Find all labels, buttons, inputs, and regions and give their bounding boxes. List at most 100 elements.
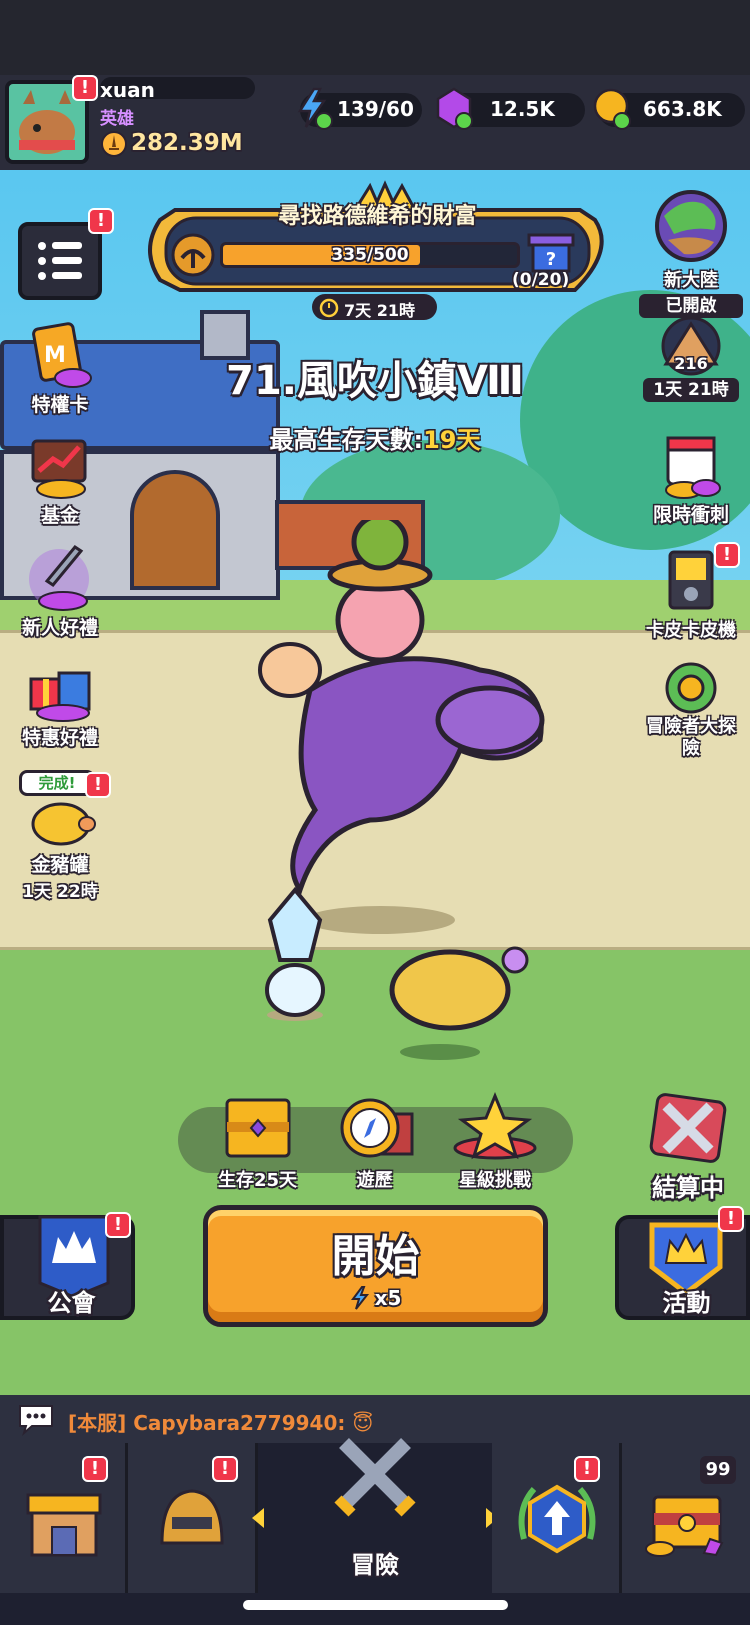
travel-label: 遊歷 bbox=[356, 1170, 393, 1191]
treasure-chest-nav-icon bbox=[645, 1495, 724, 1557]
newbie-gift-label: 新人好禮 bbox=[21, 617, 98, 639]
golden-pig-icon bbox=[31, 802, 96, 846]
nav-left-arrow-icon[interactable] bbox=[248, 1505, 268, 1531]
pickaxe-icon bbox=[171, 233, 215, 277]
compass-book-icon bbox=[340, 1098, 413, 1158]
menu-alert-badge: ! bbox=[88, 208, 114, 234]
gacha-machine-icon bbox=[668, 550, 714, 610]
adventure-swords-icon bbox=[334, 1438, 416, 1517]
continent-label: 新大陸 bbox=[664, 270, 718, 291]
piggy-bank-button[interactable]: 完成! ! 金豬罐 1天 22時 bbox=[5, 770, 115, 902]
chat-message: [本服] Capybara2779940: 😇 bbox=[68, 1407, 373, 1436]
gacha-label: 卡皮卡皮機 bbox=[646, 620, 736, 641]
equipment-alert-badge: ! bbox=[212, 1456, 238, 1482]
pyramid-value: 216 bbox=[674, 354, 708, 373]
player-rank: 英雄 bbox=[100, 109, 134, 129]
piggy-label: 金豬罐 bbox=[31, 854, 89, 876]
event-progress-text: 335/500 bbox=[331, 245, 409, 265]
crossed-swords-icon bbox=[649, 1093, 727, 1163]
piggy-alert-badge: ! bbox=[85, 772, 111, 798]
fund-button[interactable]: 基金 bbox=[5, 433, 115, 528]
svg-text:M: M bbox=[44, 343, 66, 368]
explore-compass-icon bbox=[665, 662, 717, 714]
fund-chart-icon bbox=[31, 439, 87, 499]
activity-alert-badge: ! bbox=[718, 1206, 744, 1232]
start-label: 開始 bbox=[331, 1231, 420, 1282]
start-cost: x5 bbox=[374, 1286, 402, 1310]
treasure-chest-icon bbox=[225, 1098, 290, 1158]
gold-coin-icon bbox=[593, 88, 631, 130]
nav-adventure-tab[interactable]: 冒險 bbox=[258, 1438, 492, 1593]
privilege-card-label: 特權卡 bbox=[31, 394, 89, 416]
pyramid-event-button[interactable]: 216 1天 21時 bbox=[636, 316, 746, 402]
nav-upgrade-tab[interactable] bbox=[492, 1443, 622, 1593]
fund-label: 基金 bbox=[40, 505, 79, 527]
travel-log-button[interactable]: 遊歷 bbox=[322, 1092, 427, 1192]
chat-bubble-icon bbox=[19, 1405, 53, 1436]
pyramid-timer: 1天 21時 bbox=[643, 378, 739, 402]
nav-equipment-tab[interactable] bbox=[128, 1443, 258, 1593]
gacha-machine-button[interactable]: ! 卡皮卡皮機 bbox=[636, 542, 746, 642]
star-challenge-label: 星級挑戰 bbox=[459, 1170, 531, 1191]
start-button[interactable]: 開始 x5 bbox=[203, 1205, 548, 1327]
hero-characters bbox=[258, 520, 545, 1060]
list-icon bbox=[38, 242, 82, 280]
energy-bolt-icon bbox=[297, 87, 333, 130]
gems-value: 12.5K bbox=[490, 97, 555, 121]
settlement-label: 結算中 bbox=[652, 1174, 724, 1202]
stopwatch-icon bbox=[319, 298, 339, 318]
home-indicator bbox=[243, 1600, 508, 1610]
gift-boxes-icon bbox=[29, 671, 91, 722]
status-bar bbox=[0, 0, 750, 75]
shop-icon bbox=[26, 1493, 102, 1557]
continent-status: 已開啟 bbox=[639, 294, 743, 318]
treasure-count-badge: 99 bbox=[700, 1456, 736, 1484]
piggy-timer: 1天 22時 bbox=[22, 882, 98, 902]
best-value: 19天 bbox=[423, 426, 481, 454]
helmet-icon bbox=[160, 1489, 224, 1545]
energy-cost-icon bbox=[350, 1286, 369, 1310]
avatar-alert-badge: ! bbox=[72, 75, 98, 101]
upgrade-arrow-icon bbox=[518, 1484, 596, 1554]
best-label: 最高生存天數: bbox=[269, 426, 424, 454]
gold-value: 663.8K bbox=[643, 97, 722, 121]
privilege-card-icon: M bbox=[32, 322, 92, 388]
time-sprint-label: 限時衝刺 bbox=[652, 504, 729, 526]
player-name: xuan bbox=[100, 78, 155, 102]
calendar-icon bbox=[665, 436, 721, 499]
shop-alert-badge: ! bbox=[82, 1456, 108, 1482]
explore-label: 冒險者大探險 bbox=[646, 716, 736, 759]
svg-text:?: ? bbox=[546, 249, 556, 270]
menu-button[interactable] bbox=[18, 222, 102, 300]
privilege-card-button[interactable]: M 特權卡 bbox=[5, 322, 115, 417]
special-gift-button[interactable]: 特惠好禮 bbox=[5, 655, 115, 750]
survival-reward-button[interactable]: 生存25天 bbox=[205, 1092, 310, 1192]
energy-value: 139/60 bbox=[337, 97, 414, 121]
top-bar: ! xuan 英雄 282.39M 139/60 12.5K 663.8K bbox=[0, 75, 750, 170]
mystery-gift-icon[interactable]: ? bbox=[525, 225, 577, 275]
adventurer-explore-button[interactable]: 冒險者大探險 bbox=[636, 660, 746, 760]
chat-username: Capybara2779940: bbox=[133, 1411, 346, 1435]
settlement-button[interactable]: 結算中 bbox=[638, 1092, 738, 1203]
piggy-complete-tag: 完成! bbox=[19, 770, 95, 796]
star-trophy-icon bbox=[453, 1092, 537, 1160]
event-timer: 7天 21時 bbox=[344, 301, 415, 320]
power-sword-icon bbox=[101, 131, 127, 157]
new-continent-button[interactable]: 新大陸 已開啟 bbox=[636, 186, 746, 318]
player-power: 282.39M bbox=[131, 130, 243, 156]
survival-label: 生存25天 bbox=[217, 1170, 298, 1191]
star-challenge-button[interactable]: 星級挑戰 bbox=[440, 1092, 550, 1192]
guild-alert-badge: ! bbox=[105, 1212, 131, 1238]
chat-server-tag: [本服] bbox=[68, 1411, 127, 1435]
upgrade-alert-badge: ! bbox=[574, 1456, 600, 1482]
time-sprint-button[interactable]: 限時衝刺 bbox=[636, 432, 746, 527]
nav-shop-tab[interactable] bbox=[0, 1443, 128, 1593]
newbie-gift-button[interactable]: 新人好禮 bbox=[5, 544, 115, 640]
event-banner[interactable]: 尋找路德維希的財富 335/500 ? (0/20) 7天 21時 bbox=[140, 180, 615, 320]
purple-gem-icon bbox=[436, 87, 473, 130]
globe-icon bbox=[655, 190, 727, 262]
event-reward-count: (0/20) bbox=[512, 270, 570, 290]
adventure-label: 冒險 bbox=[351, 1551, 399, 1579]
sword-gift-icon bbox=[29, 544, 89, 611]
guild-label: 公會 bbox=[47, 1289, 96, 1317]
